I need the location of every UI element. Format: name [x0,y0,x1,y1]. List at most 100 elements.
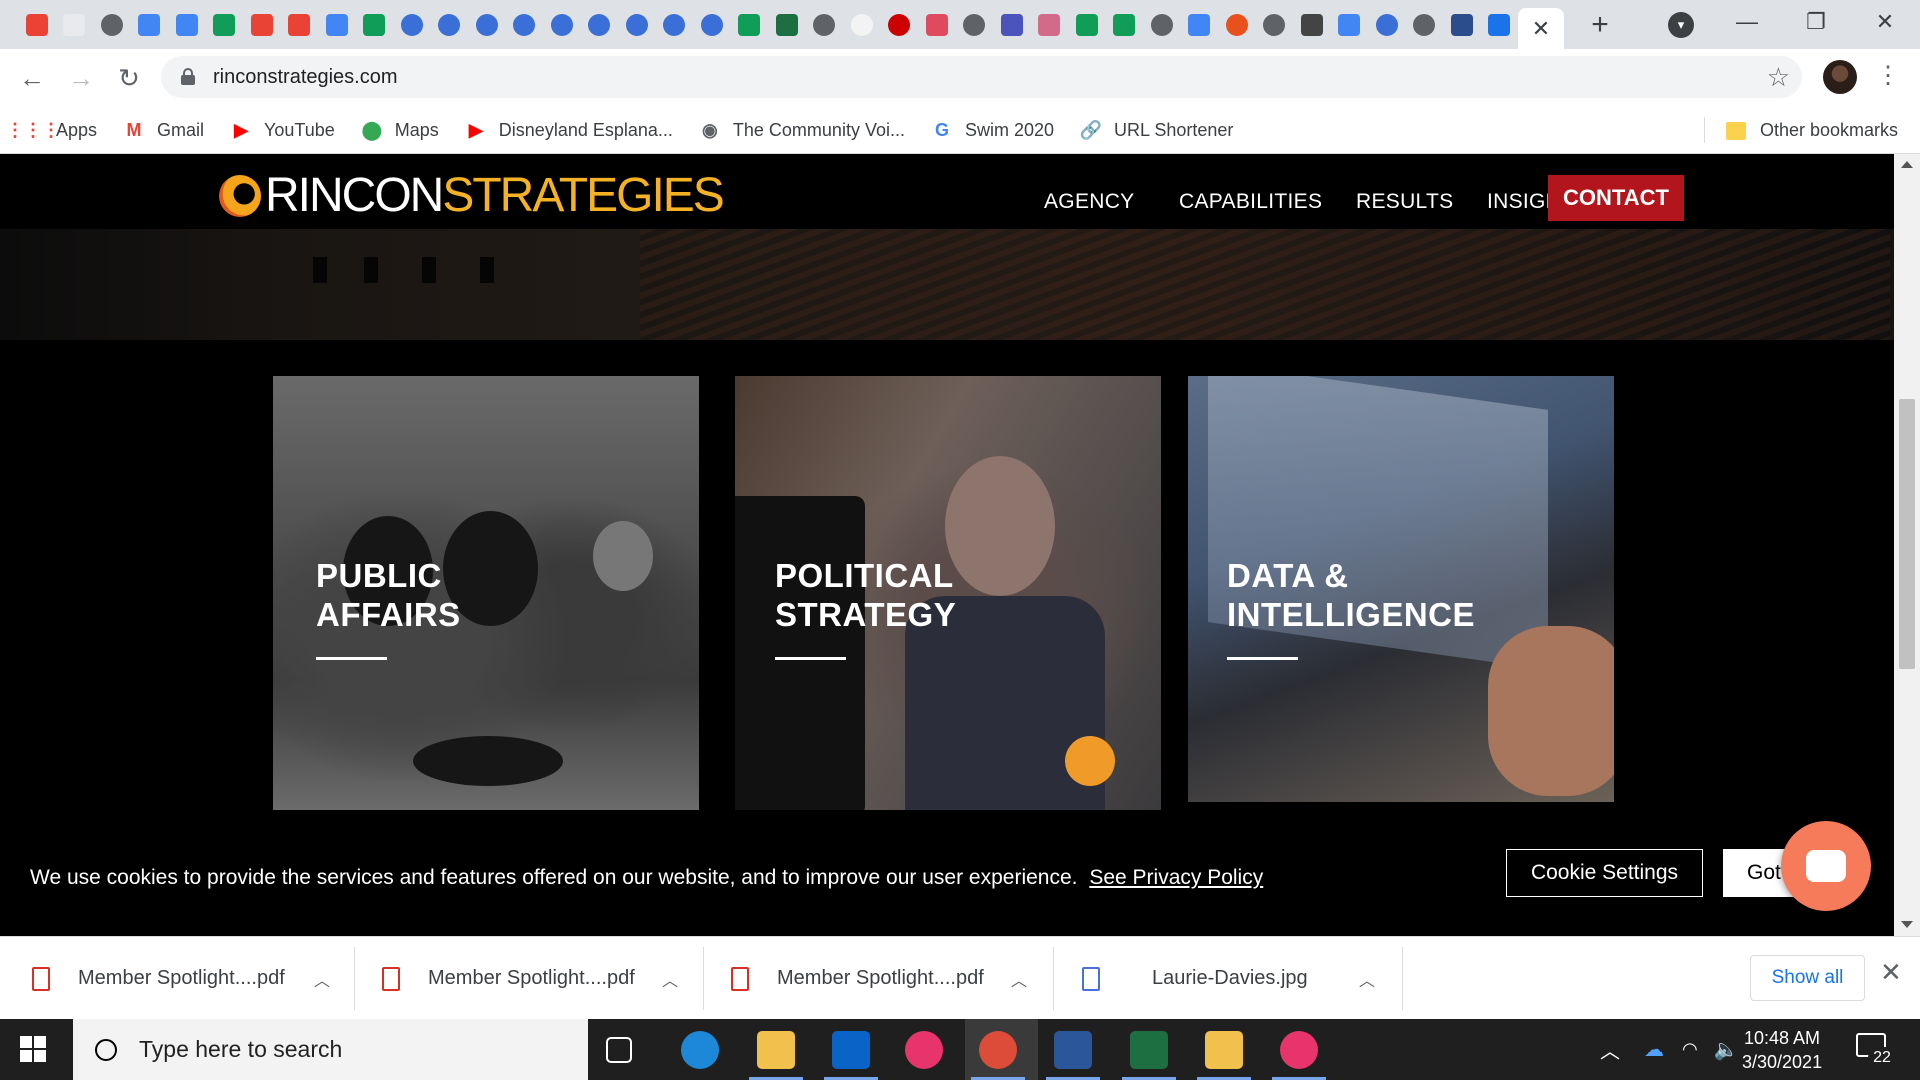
seal-icon[interactable] [1143,0,1181,49]
card-political-strategy[interactable]: POLITICAL STRATEGY [735,376,1161,810]
file-explorer-icon[interactable] [757,1031,795,1069]
privacy-policy-link[interactable]: See Privacy Policy [1089,866,1263,889]
card-data-intelligence[interactable]: DATA & INTELLIGENCE [1188,376,1614,802]
bookmark-star-icon[interactable]: ☆ [1767,62,1790,93]
taskbar-clock[interactable]: 10:48 AM 3/30/2021 [1742,1026,1822,1074]
reload-icon[interactable]: ↻ [109,59,149,97]
bookmark-item[interactable]: ⋮⋮⋮ Apps [6,119,97,141]
creative-cloud-icon[interactable] [905,1031,943,1069]
chrome-swirl-icon[interactable] [1368,0,1406,49]
bookmark-item[interactable]: 🔗 URL Shortener [1080,119,1234,141]
gmail-icon[interactable] [18,0,56,49]
target-icon[interactable] [881,0,919,49]
c-circle-icon[interactable] [656,0,694,49]
creative-cloud-icon[interactable] [1280,1031,1318,1069]
google-sheets-icon[interactable] [356,0,394,49]
google-sheets-icon[interactable] [1068,0,1106,49]
task-view-icon[interactable] [606,1037,632,1063]
google-sheets-icon[interactable] [1106,0,1144,49]
other-bookmarks[interactable]: Other bookmarks [1703,107,1898,154]
scroll-up-icon[interactable] [1901,161,1913,168]
scroll-thumb[interactable] [1899,399,1915,669]
gmail-icon[interactable] [281,0,319,49]
bookmark-item[interactable]: ▶ Disneyland Esplana... [465,119,673,141]
chrome-icon[interactable] [979,1031,1017,1069]
close-tab-icon[interactable]: ✕ [1532,16,1550,42]
c-circle-icon[interactable] [393,0,431,49]
s-logo-icon[interactable] [1481,0,1519,49]
gmail-icon[interactable] [243,0,281,49]
chat-widget-icon[interactable] [1781,821,1871,911]
google-docs-icon[interactable] [318,0,356,49]
taskbar-search-placeholder[interactable]: Type here to search [139,1036,342,1063]
close-window-icon[interactable]: ✕ [1850,0,1920,44]
google-sheets-icon[interactable] [731,0,769,49]
onedrive-cloud-icon[interactable]: ☁ [1644,1037,1664,1062]
google-sheets-icon[interactable] [206,0,244,49]
page-scrollbar[interactable] [1894,154,1920,936]
c-circle-icon[interactable] [618,0,656,49]
forward-arrow-icon[interactable]: → [61,59,101,97]
word-icon[interactable] [1054,1031,1092,1069]
menu-kebab-icon[interactable]: ⋮ [1876,61,1900,90]
taskbar-search-box[interactable]: Type here to search [73,1019,588,1080]
url-text[interactable]: rinconstrategies.com [213,66,398,89]
bookmark-item[interactable]: ⬤ Maps [361,119,439,141]
c-circle-icon[interactable] [468,0,506,49]
new-tab-button[interactable]: + [1576,8,1624,42]
bookmark-item[interactable]: ▶ YouTube [230,119,335,141]
download-item[interactable]: Member Spotlight....pdf ︿ [32,937,330,1020]
card-public-affairs[interactable]: PUBLIC AFFAIRS [273,376,699,810]
c-circle-icon[interactable] [543,0,581,49]
globe-icon[interactable] [956,0,994,49]
k-logo-icon[interactable] [843,0,881,49]
tab-search-icon[interactable]: ▾ [1668,12,1694,38]
google-docs-icon[interactable] [1331,0,1369,49]
chevron-up-icon[interactable]: ︿ [662,967,678,991]
bookmark-item[interactable]: M Gmail [123,119,205,141]
close-download-bar-icon[interactable]: ✕ [1880,957,1902,988]
show-all-downloads-button[interactable]: Show all [1750,955,1865,1001]
nav-results[interactable]: RESULTS [1356,190,1453,214]
e-logo-icon[interactable] [1218,0,1256,49]
seal-icon[interactable] [1406,0,1444,49]
lock-icon[interactable] [181,68,195,85]
c-circle-icon[interactable] [506,0,544,49]
blank-doc-icon[interactable] [56,0,94,49]
check-marks-icon[interactable] [1443,0,1481,49]
globe-icon[interactable] [806,0,844,49]
c-circle-icon[interactable] [581,0,619,49]
sh-logo-icon[interactable] [918,0,956,49]
google-docs-icon[interactable] [131,0,169,49]
chevron-up-icon[interactable]: ︿ [314,967,330,991]
wifi-icon[interactable]: ◠ [1682,1039,1698,1060]
download-item[interactable]: Member Spotlight....pdf ︿ [731,937,1027,1020]
chevron-up-icon[interactable]: ︿ [1011,967,1027,991]
site-logo[interactable]: RINCON STRATEGIES [219,168,725,223]
outlook-icon[interactable] [832,1031,870,1069]
restore-icon[interactable]: ❐ [1781,0,1851,44]
bookmark-item[interactable]: G Swim 2020 [931,119,1054,141]
c-circle-icon[interactable] [693,0,731,49]
edge-icon[interactable] [681,1031,719,1069]
chevron-up-icon[interactable]: ︿ [1359,967,1375,991]
nav-agency[interactable]: AGENCY [1044,190,1135,214]
teams-icon[interactable] [993,0,1031,49]
download-item[interactable]: Laurie-Davies.jpg ︿ [1082,937,1375,1020]
minimize-icon[interactable]: — [1712,0,1782,44]
download-item[interactable]: Member Spotlight....pdf ︿ [382,937,678,1020]
chevron-up-icon[interactable]: ︿ [1600,1035,1620,1064]
google-docs-icon[interactable] [168,0,206,49]
active-tab[interactable]: ✕ [1518,8,1564,49]
google-docs-icon[interactable] [1181,0,1219,49]
nav-contact-button[interactable]: CONTACT [1548,175,1684,221]
file-sync-icon[interactable] [1205,1031,1243,1069]
cube-icon[interactable] [1293,0,1331,49]
excel-icon[interactable] [768,0,806,49]
scroll-down-icon[interactable] [1901,921,1913,928]
cookie-settings-button[interactable]: Cookie Settings [1506,849,1703,897]
back-arrow-icon[interactable]: ← [12,59,52,97]
nav-capabilities[interactable]: CAPABILITIES [1179,190,1322,214]
globe-icon[interactable] [93,0,131,49]
profile-avatar[interactable] [1823,60,1857,94]
